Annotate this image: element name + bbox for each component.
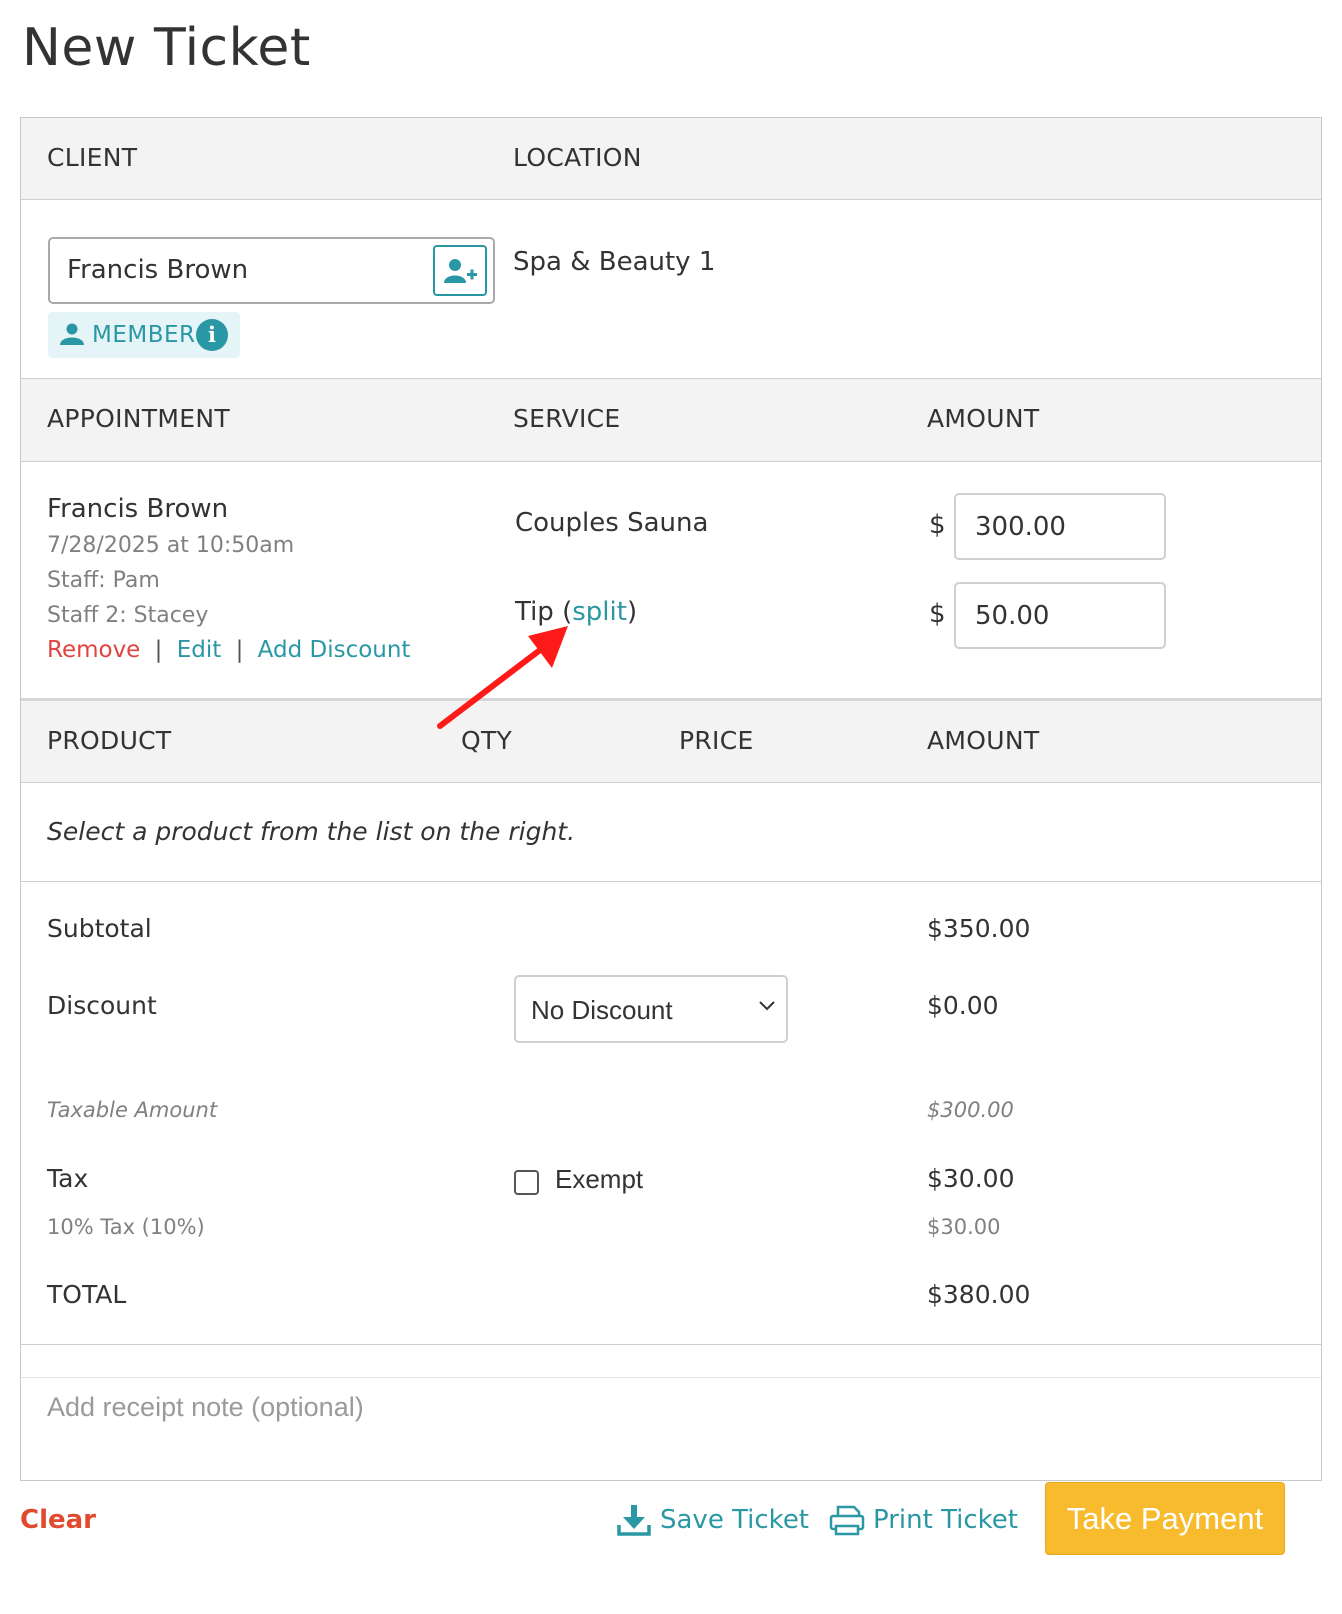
discount-select-value: No Discount xyxy=(531,995,673,1025)
person-icon xyxy=(60,323,84,345)
appointment-actions: Remove | Edit | Add Discount xyxy=(47,637,410,663)
divider xyxy=(21,881,1321,882)
tax-label: Tax xyxy=(47,1164,89,1193)
save-ticket-label: Save Ticket xyxy=(660,1505,810,1535)
printer-icon xyxy=(829,1505,865,1536)
total-value: $380.00 xyxy=(927,1280,1031,1309)
discount-select[interactable]: No Discount xyxy=(514,975,788,1043)
appointment-header: APPOINTMENT SERVICE AMOUNT xyxy=(21,378,1321,462)
clear-button[interactable]: Clear xyxy=(20,1505,96,1535)
service-col-header: SERVICE xyxy=(513,404,621,433)
info-icon[interactable]: i xyxy=(196,319,228,351)
print-ticket-label: Print Ticket xyxy=(873,1505,1018,1535)
chevron-down-icon xyxy=(759,1001,775,1011)
tax-exempt-checkbox[interactable] xyxy=(514,1170,539,1195)
appointment-client-name: Francis Brown xyxy=(47,494,229,524)
location-header: LOCATION xyxy=(513,143,642,172)
subtotal-label: Subtotal xyxy=(47,914,152,943)
receipt-note-input[interactable]: Add receipt note (optional) xyxy=(21,1377,1321,1480)
amount-col-header: AMOUNT xyxy=(927,404,1040,433)
add-client-icon xyxy=(444,258,477,283)
split-tip-link[interactable]: split xyxy=(572,597,627,627)
tax-detail-label: 10% Tax (10%) xyxy=(47,1215,205,1239)
action-separator: | xyxy=(154,637,163,663)
taxable-amount-value: $300.00 xyxy=(927,1098,1014,1122)
member-badge-label: MEMBER xyxy=(92,322,196,348)
annotation-arrow xyxy=(437,626,568,729)
add-discount-link[interactable]: Add Discount xyxy=(258,637,411,663)
product-header: PRODUCT QTY PRICE AMOUNT xyxy=(21,698,1321,783)
action-separator: | xyxy=(235,637,244,663)
tip-amount-value: 50.00 xyxy=(975,601,1050,631)
divider xyxy=(21,1344,1321,1345)
product-col-header: PRODUCT xyxy=(47,726,172,755)
service-amount-value: 300.00 xyxy=(975,512,1066,542)
discount-label: Discount xyxy=(47,991,157,1020)
service-amount-input[interactable]: 300.00 xyxy=(954,493,1166,560)
ticket-panel: CLIENT LOCATION Francis Brown MEMBER i S… xyxy=(20,117,1322,1481)
remove-link[interactable]: Remove xyxy=(47,637,140,663)
tax-detail-value: $30.00 xyxy=(927,1215,1001,1239)
client-header: CLIENT xyxy=(47,143,138,172)
currency-symbol: $ xyxy=(929,510,946,540)
taxable-amount-label: Taxable Amount xyxy=(47,1098,218,1122)
print-ticket-button[interactable]: Print Ticket xyxy=(829,1500,1018,1540)
member-badge: MEMBER i xyxy=(48,312,240,358)
tip-amount-input[interactable]: 50.00 xyxy=(954,582,1166,649)
subtotal-value: $350.00 xyxy=(927,914,1031,943)
appointment-col-header: APPOINTMENT xyxy=(47,404,230,433)
product-empty-message: Select a product from the list on the ri… xyxy=(47,817,576,846)
qty-col-header: QTY xyxy=(461,726,513,755)
client-location-header: CLIENT LOCATION xyxy=(21,118,1321,200)
amount-col-header: AMOUNT xyxy=(927,726,1040,755)
price-col-header: PRICE xyxy=(679,726,754,755)
client-field-value: Francis Brown xyxy=(67,255,249,285)
appointment-staff2: Staff 2: Stacey xyxy=(47,603,209,628)
page-title: New Ticket xyxy=(22,18,311,78)
edit-link[interactable]: Edit xyxy=(177,637,222,663)
receipt-note-placeholder: Add receipt note (optional) xyxy=(47,1392,364,1422)
add-client-button[interactable] xyxy=(433,245,487,296)
client-field[interactable]: Francis Brown xyxy=(48,237,495,304)
total-label: TOTAL xyxy=(47,1280,127,1309)
discount-value: $0.00 xyxy=(927,991,999,1020)
download-icon xyxy=(617,1505,651,1536)
appointment-datetime: 7/28/2025 at 10:50am xyxy=(47,533,295,558)
currency-symbol: $ xyxy=(929,599,946,629)
exempt-label: Exempt xyxy=(555,1164,644,1194)
appointment-staff: Staff: Pam xyxy=(47,568,160,593)
location-value: Spa & Beauty 1 xyxy=(513,247,716,277)
save-ticket-button[interactable]: Save Ticket xyxy=(616,1500,809,1540)
tax-value: $30.00 xyxy=(927,1164,1015,1193)
take-payment-button[interactable]: Take Payment xyxy=(1045,1482,1285,1555)
paren-close: ) xyxy=(626,597,638,627)
service-name: Couples Sauna xyxy=(515,508,709,538)
